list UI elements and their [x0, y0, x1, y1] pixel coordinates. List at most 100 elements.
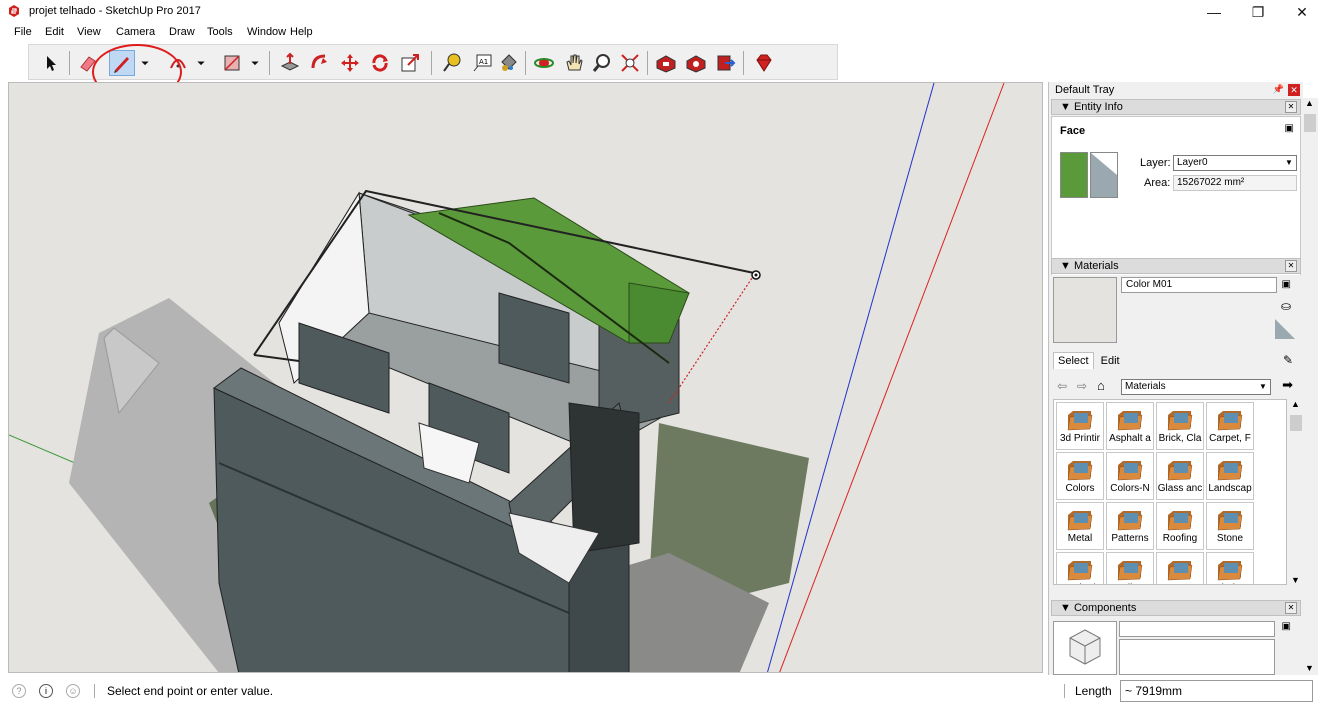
front-material-swatch[interactable]: [1060, 152, 1088, 198]
measurements-input[interactable]: ~ 7919mm: [1120, 680, 1313, 702]
close-button[interactable]: ✕: [1280, 2, 1324, 22]
move-tool-button[interactable]: [337, 50, 363, 76]
menu-edit[interactable]: Edit: [45, 26, 64, 38]
tray-close-button[interactable]: ✕: [1288, 84, 1300, 96]
material-folder-label: Brick, Cla: [1158, 433, 1202, 444]
status-message: Select end point or enter value.: [107, 684, 274, 698]
share-model-button[interactable]: [713, 50, 739, 76]
material-folder-item[interactable]: Asphalt a: [1106, 402, 1154, 450]
toolbar-separator: [69, 51, 70, 75]
paint-bucket-tool-button[interactable]: [495, 50, 521, 76]
material-folder-item[interactable]: Water: [1156, 552, 1204, 584]
menu-window[interactable]: Window: [247, 26, 286, 38]
credits-icon[interactable]: i: [39, 684, 53, 698]
forward-arrow-icon[interactable]: ⇨: [1077, 379, 1087, 393]
menu-help[interactable]: Help: [290, 26, 313, 38]
paint-bucket-icon[interactable]: ⛀: [1281, 299, 1291, 313]
scale-tool-button[interactable]: [397, 50, 423, 76]
menu-draw[interactable]: Draw: [169, 26, 195, 38]
arc-tool-dropdown[interactable]: [193, 50, 209, 76]
home-icon[interactable]: ⌂: [1097, 378, 1105, 393]
tab-select[interactable]: Select: [1053, 352, 1094, 369]
folder-icon: [1217, 509, 1243, 531]
material-folder-item[interactable]: Roofing: [1156, 502, 1204, 550]
status-bar: ? i ☺ Select end point or enter value. L…: [0, 678, 1328, 712]
extension-warehouse-icon: [686, 55, 706, 73]
tray-scrollbar[interactable]: ▲ ▼: [1302, 98, 1318, 675]
create-material-icon[interactable]: ▣: [1282, 279, 1291, 290]
material-folder-item[interactable]: Brick, Cla: [1156, 402, 1204, 450]
components-header[interactable]: ▼ Components ✕: [1051, 600, 1301, 616]
move-icon: [341, 54, 359, 72]
ruby-icon: [756, 54, 772, 72]
rectangle-tool-button[interactable]: [219, 50, 245, 76]
select-tool-button[interactable]: [37, 50, 63, 76]
maximize-button[interactable]: ❐: [1236, 2, 1280, 22]
geo-location-icon[interactable]: ?: [12, 684, 26, 698]
rectangle-icon: [224, 55, 240, 71]
materials-scrollbar[interactable]: ▲ ▼: [1289, 399, 1303, 585]
panel-close-icon[interactable]: ✕: [1285, 260, 1297, 272]
measurements-label: Length: [1075, 684, 1112, 698]
panel-close-icon[interactable]: ✕: [1285, 602, 1297, 614]
push-pull-tool-button[interactable]: [277, 50, 303, 76]
title-bar: projet telhado - SketchUp Pro 2017 — ❐ ✕: [0, 0, 1328, 24]
user-icon[interactable]: ☺: [66, 684, 80, 698]
pin-icon[interactable]: 📌: [1273, 84, 1284, 95]
folder-icon: [1167, 559, 1193, 581]
materials-header[interactable]: ▼ Materials ✕: [1051, 258, 1301, 274]
zoom-extents-tool-button[interactable]: [617, 50, 643, 76]
material-folder-item[interactable]: Stone: [1206, 502, 1254, 550]
tab-edit[interactable]: Edit: [1097, 353, 1124, 369]
menu-view[interactable]: View: [77, 26, 101, 38]
material-folder-item[interactable]: Tile: [1106, 552, 1154, 584]
pan-tool-button[interactable]: [561, 50, 587, 76]
panel-close-icon[interactable]: ✕: [1285, 101, 1297, 113]
component-preview[interactable]: [1053, 621, 1117, 675]
material-folder-item[interactable]: Landscap: [1206, 452, 1254, 500]
menu-file[interactable]: File: [14, 26, 32, 38]
folder-icon: [1117, 509, 1143, 531]
zoom-tool-button[interactable]: [589, 50, 615, 76]
orbit-icon: [534, 58, 554, 68]
text-icon: A1: [473, 54, 492, 72]
component-description-field[interactable]: [1119, 639, 1275, 675]
extension-warehouse-button[interactable]: [683, 50, 709, 76]
entity-info-header[interactable]: ▼ Entity Info ✕: [1051, 99, 1301, 115]
text-tool-button[interactable]: A1: [469, 50, 495, 76]
rotate-tool-button[interactable]: [367, 50, 393, 76]
default-material-icon[interactable]: [1275, 319, 1295, 339]
details-arrow-icon[interactable]: ➡: [1282, 377, 1293, 393]
follow-me-tool-button[interactable]: [307, 50, 333, 76]
orbit-tool-button[interactable]: [531, 50, 557, 76]
material-name-field[interactable]: Color M01: [1121, 277, 1277, 293]
minimize-button[interactable]: —: [1192, 2, 1236, 22]
folder-icon: [1167, 459, 1193, 481]
layer-select[interactable]: Layer0 ▼: [1173, 155, 1297, 171]
component-name-field[interactable]: [1119, 621, 1275, 637]
details-icon[interactable]: ▣: [1285, 123, 1294, 134]
3d-warehouse-button[interactable]: [653, 50, 679, 76]
material-folder-item[interactable]: Patterns: [1106, 502, 1154, 550]
area-value: 15267022 mm²: [1177, 177, 1245, 188]
material-folder-item[interactable]: Carpet, F: [1206, 402, 1254, 450]
menu-camera[interactable]: Camera: [116, 26, 155, 38]
material-folder-item[interactable]: Glass anc: [1156, 452, 1204, 500]
eyedropper-icon[interactable]: ✎: [1283, 353, 1293, 367]
material-folder-item[interactable]: Window: [1206, 552, 1254, 584]
material-folder-item[interactable]: Metal: [1056, 502, 1104, 550]
model-viewport[interactable]: [8, 82, 1043, 673]
back-arrow-icon[interactable]: ⇦: [1057, 379, 1067, 393]
material-folder-item[interactable]: Colors: [1056, 452, 1104, 500]
back-material-swatch[interactable]: [1090, 152, 1118, 198]
menu-tools[interactable]: Tools: [207, 26, 233, 38]
extension-manager-button[interactable]: [751, 50, 777, 76]
tape-measure-tool-button[interactable]: [439, 50, 465, 76]
material-folder-item[interactable]: Colors-N: [1106, 452, 1154, 500]
material-folder-item[interactable]: Synthetic: [1056, 552, 1104, 584]
details-icon[interactable]: ▣: [1282, 621, 1291, 632]
shape-tool-dropdown[interactable]: [247, 50, 263, 76]
material-folder-item[interactable]: 3d Printir: [1056, 402, 1104, 450]
library-select[interactable]: Materials ▼: [1121, 379, 1271, 395]
material-preview[interactable]: [1053, 277, 1117, 343]
